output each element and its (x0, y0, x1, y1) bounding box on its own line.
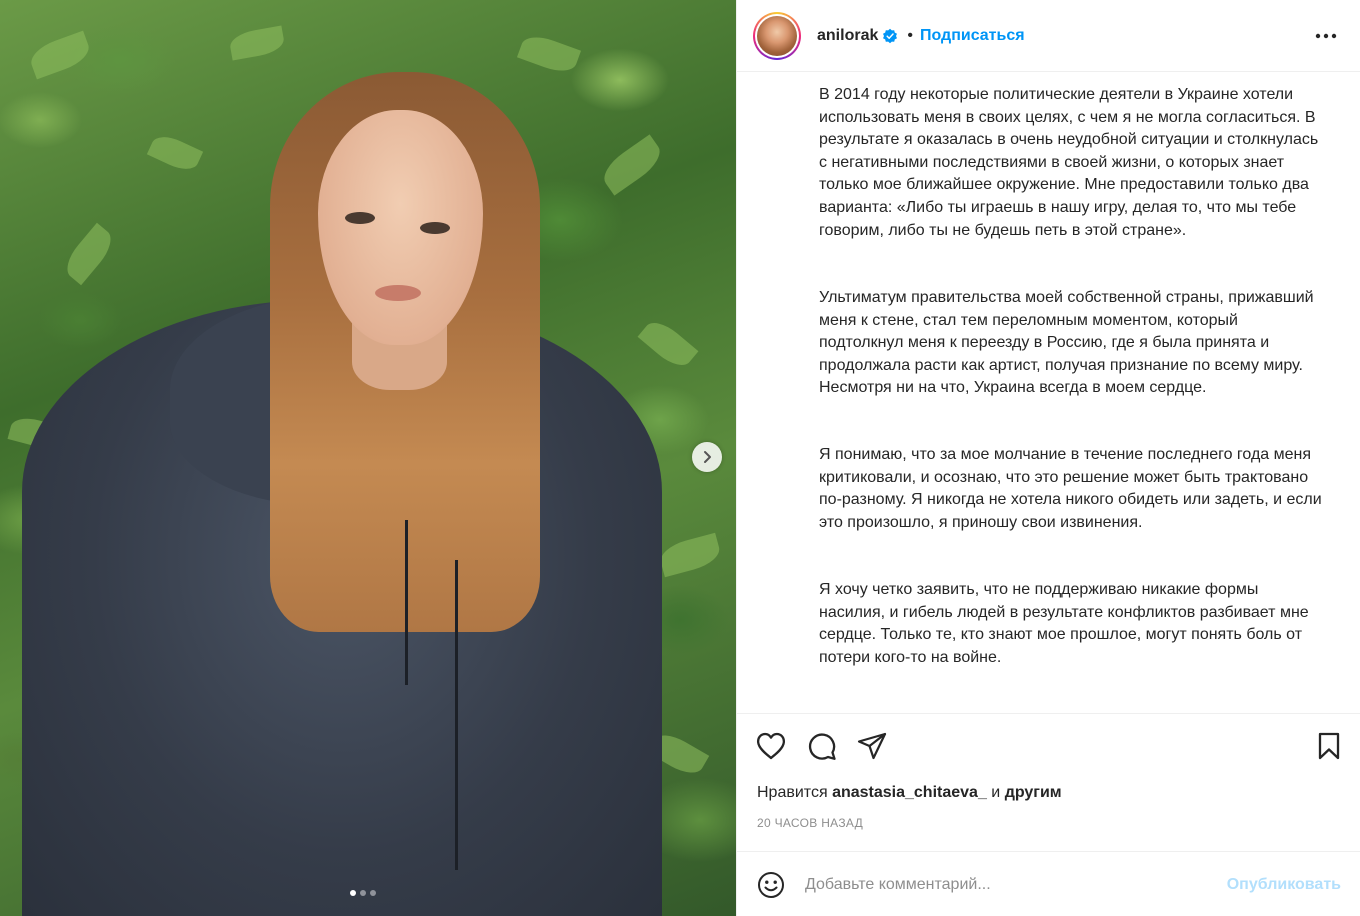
leaf-shape (637, 315, 699, 373)
caption-paragraph: В 2014 году некоторые политические деяте… (819, 86, 1319, 239)
verified-badge-icon (883, 28, 898, 43)
likes-prefix: Нравится (757, 784, 828, 801)
paper-plane-icon (857, 732, 887, 760)
leaf-shape (516, 30, 582, 78)
lips-shape (375, 285, 421, 301)
comment-button[interactable] (806, 730, 838, 762)
like-button[interactable] (755, 730, 787, 762)
heart-icon (757, 732, 785, 760)
comment-input[interactable] (805, 872, 1205, 898)
follow-button[interactable]: Подписаться (920, 27, 1025, 45)
comment-bubble-icon (808, 733, 836, 760)
liker-username-link[interactable]: anastasia_chitaeva_ (832, 784, 987, 801)
more-options-button[interactable] (1314, 24, 1338, 48)
carousel-dot (370, 890, 376, 896)
carousel-dot (360, 890, 366, 896)
post-actions: Нравится anastasia_chitaeva_ и другим 20… (737, 713, 1360, 851)
add-comment-bar: Опубликовать (737, 851, 1360, 916)
separator-dot: • (907, 26, 913, 44)
caption-paragraph: Я хочу четко заявить, что не поддерживаю… (819, 581, 1309, 666)
likes-summary: Нравится anastasia_chitaeva_ и другим (757, 784, 1062, 802)
post-timestamp[interactable]: 20 ЧАСОВ НАЗАД (757, 816, 863, 830)
post-media-image[interactable] (0, 0, 736, 916)
leaf-shape (597, 134, 667, 196)
post-header: anilorak • Подписаться (737, 0, 1360, 72)
likes-others-link[interactable]: другим (1005, 784, 1062, 801)
more-options-icon (1315, 33, 1337, 39)
carousel-dot (350, 890, 356, 896)
avatar[interactable] (753, 11, 801, 60)
leaf-shape (146, 130, 204, 176)
caption-paragraph: Я понимаю, что за мое молчание в течение… (819, 446, 1322, 531)
face-shape (318, 110, 483, 345)
carousel-indicator (350, 890, 376, 896)
leaf-shape (59, 222, 119, 286)
eye-shape (345, 212, 375, 224)
carousel-next-button[interactable] (692, 442, 722, 472)
drawstring-shape (455, 560, 458, 870)
drawstring-shape (405, 520, 408, 685)
leaf-shape (228, 25, 286, 61)
caption-paragraph: Ультиматум правительства моей собственно… (819, 289, 1314, 397)
leaf-shape (657, 532, 723, 578)
emoji-smile-icon (758, 872, 784, 898)
username-link[interactable]: anilorak (817, 27, 878, 45)
emoji-button[interactable] (756, 870, 786, 900)
likes-and: и (991, 784, 1001, 801)
bookmark-icon (1318, 732, 1340, 760)
eye-shape (420, 222, 450, 234)
avatar-image (757, 15, 797, 56)
post-details-panel: anilorak • Подписаться В 2014 году некот… (736, 0, 1360, 916)
caption-section: В 2014 году некоторые политические деяте… (737, 73, 1360, 713)
chevron-right-icon (704, 451, 711, 463)
save-button[interactable] (1313, 730, 1345, 762)
publish-comment-button[interactable]: Опубликовать (1227, 876, 1341, 894)
share-button[interactable] (856, 730, 888, 762)
leaf-shape (26, 30, 94, 80)
